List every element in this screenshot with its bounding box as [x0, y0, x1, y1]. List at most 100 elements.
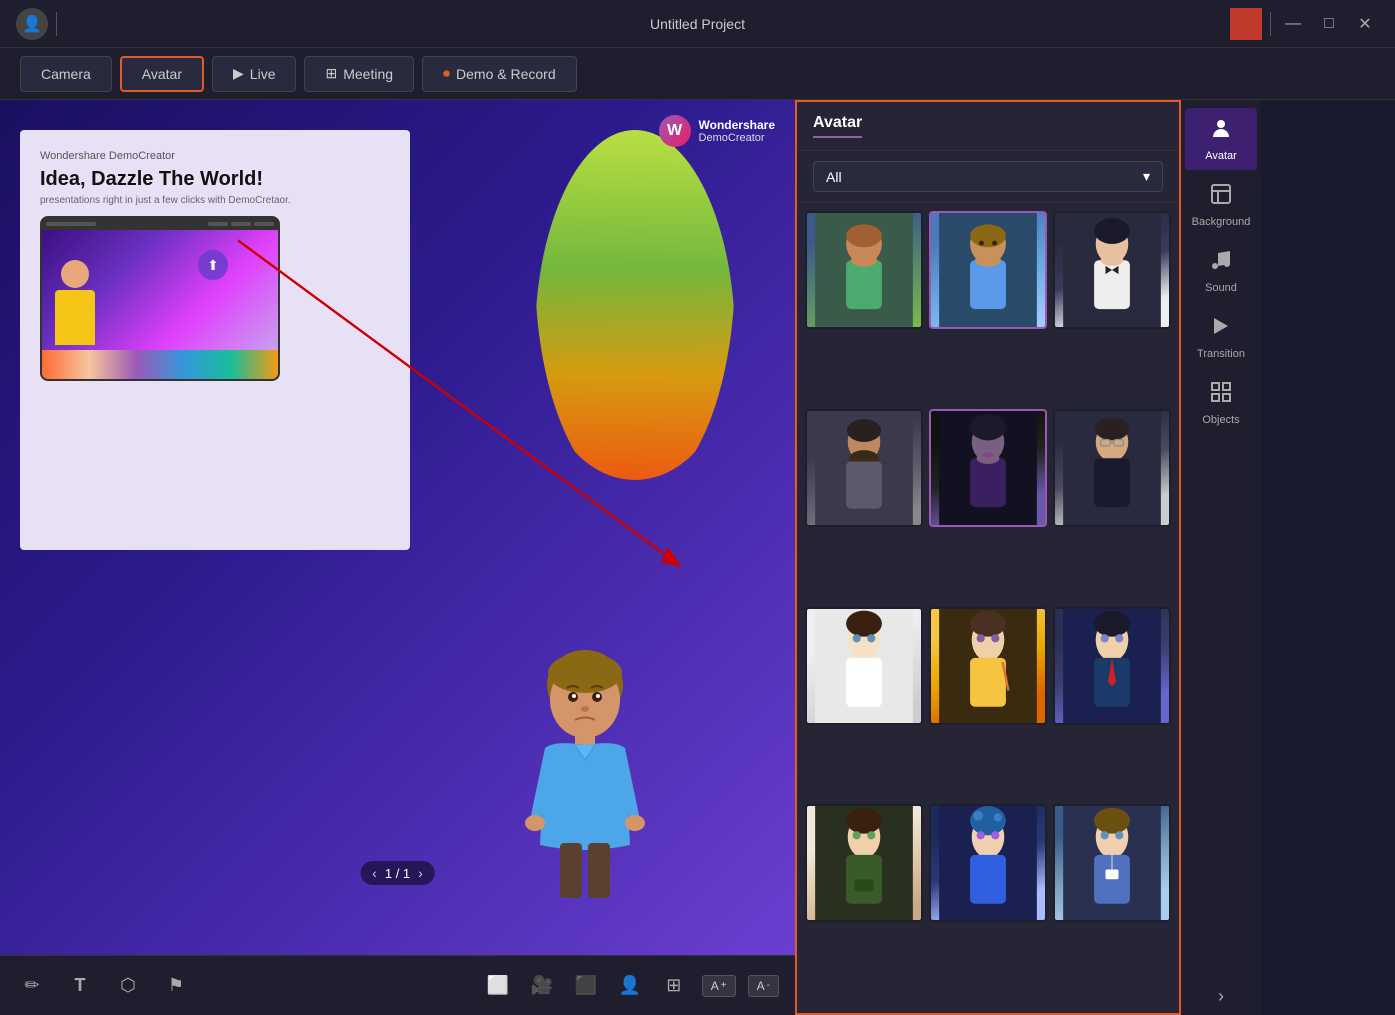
- font-plus-icon: +: [721, 980, 727, 991]
- window-layout-button[interactable]: ⬛: [570, 970, 602, 1002]
- camera-layout-button[interactable]: 🎥: [526, 970, 558, 1002]
- live-icon: ▶: [233, 65, 244, 82]
- slide-tablet: ⬆: [40, 216, 280, 381]
- title-bar: 👤 Untitled Project — □ ✕: [0, 0, 1395, 48]
- separator2: [1270, 12, 1271, 36]
- avatar-panel-header: Avatar: [797, 102, 1179, 151]
- font-minus-icon: -: [767, 980, 770, 991]
- text-tool-button[interactable]: T: [64, 970, 96, 1002]
- ws-logo-icon: W: [659, 115, 691, 147]
- avatar-card-8[interactable]: [929, 607, 1047, 725]
- avatar-card-7[interactable]: [805, 607, 923, 725]
- side-icon-background[interactable]: Background: [1185, 174, 1257, 236]
- avatar-panel: Avatar All ▾: [795, 100, 1181, 1015]
- preview-area: W Wondershare DemoCreator Wondershare De…: [0, 100, 795, 1015]
- separator: [56, 12, 57, 36]
- app-title: Untitled Project: [650, 16, 745, 32]
- demo-icon: ⏺: [443, 65, 450, 82]
- ws-logo-text2: DemoCreator: [699, 132, 775, 144]
- side-icon-transition[interactable]: Transition: [1185, 306, 1257, 368]
- sound-side-label: Sound: [1205, 282, 1237, 294]
- avatar-figure-12: [1055, 806, 1169, 920]
- avatar-panel-title: Avatar: [813, 114, 862, 138]
- avatar-figure-11: [931, 806, 1045, 920]
- prev-page-button[interactable]: ‹: [372, 865, 377, 881]
- stamp-icon: ⚑: [168, 975, 184, 996]
- bottom-toolbar: ✏ T ⬡ ⚑ ⬜ 🎥 ⬛: [0, 955, 795, 1015]
- scroll-down-arrow[interactable]: ›: [1218, 986, 1224, 1007]
- transition-side-label: Transition: [1197, 348, 1245, 360]
- avatar-figure-8: [931, 609, 1045, 723]
- font-decrease-button[interactable]: A -: [748, 975, 779, 997]
- window-layout-icon: ⬛: [575, 975, 597, 996]
- pagination-bar: ‹ 1 / 1 ›: [360, 861, 435, 885]
- live-label: Live: [250, 66, 276, 82]
- avatar-card-4[interactable]: [805, 409, 923, 527]
- avatar-figure-1: [807, 213, 921, 327]
- shape-tool-button[interactable]: ⬡: [112, 970, 144, 1002]
- avatar-grid: [797, 203, 1179, 1004]
- text-icon: T: [75, 975, 86, 996]
- minimize-button[interactable]: —: [1279, 10, 1307, 38]
- toolbar-left: ✏ T ⬡ ⚑: [16, 970, 192, 1002]
- tab-live[interactable]: ▶ Live: [212, 56, 296, 92]
- font-increase-button[interactable]: A +: [702, 975, 736, 997]
- slide-brand: Wondershare DemoCreator: [40, 150, 390, 162]
- title-bar-left: 👤: [16, 8, 57, 40]
- avatar-card-3[interactable]: [1053, 211, 1171, 329]
- avatar-card-5[interactable]: [929, 409, 1047, 527]
- tab-camera[interactable]: Camera: [20, 56, 112, 92]
- side-icon-sound[interactable]: Sound: [1185, 240, 1257, 302]
- filter-arrow-icon: ▾: [1143, 168, 1150, 185]
- side-icon-avatar[interactable]: Avatar: [1185, 108, 1257, 170]
- ws-logo: W Wondershare DemoCreator: [659, 115, 775, 147]
- avatar-figure-5: [931, 411, 1045, 525]
- avatar-figure-7: [807, 609, 921, 723]
- meeting-icon: ⊞: [325, 65, 337, 82]
- maximize-button[interactable]: □: [1315, 10, 1343, 38]
- avatar-card-10[interactable]: [805, 804, 923, 922]
- tab-demo[interactable]: ⏺ Demo & Record: [422, 56, 577, 92]
- avatar-card-12[interactable]: [1053, 804, 1171, 922]
- page-indicator: 1 / 1: [385, 866, 410, 881]
- preview-canvas: W Wondershare DemoCreator Wondershare De…: [0, 100, 795, 955]
- avatar-card-2[interactable]: [929, 211, 1047, 329]
- tab-bar: Camera Avatar ▶ Live ⊞ Meeting ⏺ Demo & …: [0, 48, 1395, 100]
- avatar-figure-10: [807, 806, 921, 920]
- avatar-layout-button[interactable]: 👤: [614, 970, 646, 1002]
- toolbar-right: ⬜ 🎥 ⬛ 👤 ⊞ A + A: [482, 970, 779, 1002]
- pen-tool-button[interactable]: ✏: [16, 970, 48, 1002]
- avatar-card-9[interactable]: [1053, 607, 1171, 725]
- screen-layout-button[interactable]: ⬜: [482, 970, 514, 1002]
- user-icon[interactable]: 👤: [16, 8, 48, 40]
- side-icon-objects[interactable]: Objects: [1185, 372, 1257, 434]
- side-icons-panel: Avatar Background Sound Transition: [1181, 100, 1261, 1015]
- shape-icon: ⬡: [120, 975, 136, 996]
- avatar-card-6[interactable]: [1053, 409, 1171, 527]
- bg-shape: [535, 130, 735, 480]
- avatar-card-1[interactable]: [805, 211, 923, 329]
- demo-label: Demo & Record: [456, 66, 556, 82]
- avatar-filter-select[interactable]: All ▾: [813, 161, 1163, 192]
- avatar-side-label: Avatar: [1205, 150, 1237, 162]
- objects-side-label: Objects: [1202, 414, 1239, 426]
- background-side-label: Background: [1192, 216, 1251, 228]
- meeting-label: Meeting: [343, 66, 393, 82]
- screen-layout-icon: ⬜: [487, 975, 509, 996]
- next-page-button[interactable]: ›: [418, 865, 423, 881]
- avatar-preview-figure: [515, 645, 655, 915]
- font-increase-icon: A: [711, 979, 719, 993]
- avatar-card-11[interactable]: [929, 804, 1047, 922]
- pen-icon: ✏: [24, 975, 39, 996]
- slide-title: Idea, Dazzle The World!: [40, 168, 390, 191]
- avatar-layout-icon: 👤: [619, 975, 641, 996]
- tab-meeting[interactable]: ⊞ Meeting: [304, 56, 414, 92]
- tab-avatar[interactable]: Avatar: [120, 56, 204, 92]
- close-button[interactable]: ✕: [1351, 10, 1379, 38]
- background-side-icon: [1209, 182, 1233, 212]
- avatar-figure-4: [807, 411, 921, 525]
- avatar-figure-3: [1055, 213, 1169, 327]
- group-layout-button[interactable]: ⊞: [658, 970, 690, 1002]
- stamp-tool-button[interactable]: ⚑: [160, 970, 192, 1002]
- record-button[interactable]: [1230, 8, 1262, 40]
